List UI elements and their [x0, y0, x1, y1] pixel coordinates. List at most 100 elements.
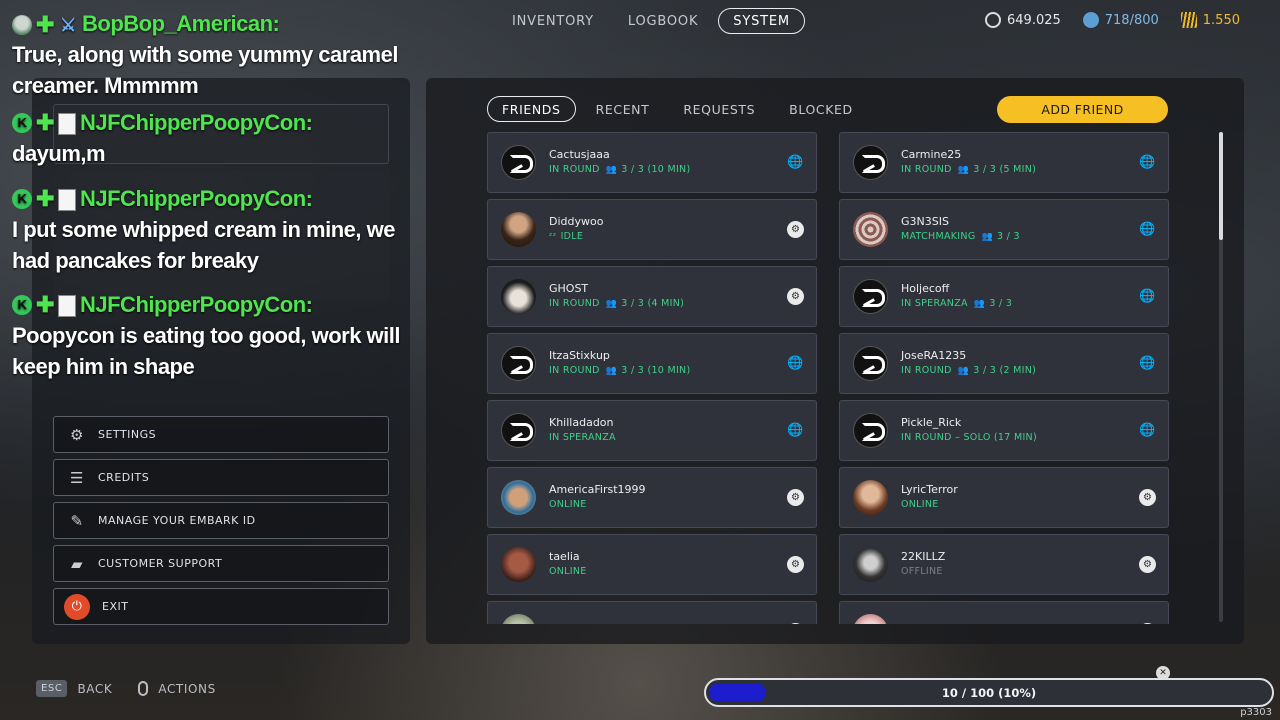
friend-name: GHOST: [549, 282, 589, 295]
manage-id-label: MANAGE YOUR EMBARK ID: [98, 514, 256, 527]
friend-status-text: IN ROUND: [901, 164, 952, 175]
friend-card[interactable]: Diddywoo ᶻᶻ IDLE ⚙: [487, 199, 817, 260]
avatar: [853, 413, 888, 448]
friends-tabs: FRIENDS RECENT REQUESTS BLOCKED: [487, 96, 873, 122]
globe-icon: 🌐: [1139, 423, 1156, 438]
avatar: [853, 614, 888, 624]
friend-name: LyricTerror: [901, 483, 958, 496]
manage-embark-id-button[interactable]: ✎ MANAGE YOUR EMBARK ID: [53, 502, 389, 539]
tab-recent[interactable]: RECENT: [582, 96, 664, 122]
friends-list[interactable]: Cactusjaaa IN ROUND 👥 3 / 3 (10 MIN) 🌐 Car…: [487, 132, 1177, 624]
actions-button[interactable]: ACTIONS: [158, 682, 216, 696]
currency-bar: 649.025 718/800 1.550: [985, 12, 1240, 28]
sword-badge-icon: ⚔: [60, 15, 76, 36]
steam-icon: ⚙: [787, 288, 804, 305]
friend-info: LyricTerror ONLINE: [901, 483, 958, 512]
avatar: [853, 212, 888, 247]
mouse-icon: [138, 681, 149, 696]
idle-icon: ᶻᶻ: [549, 231, 557, 242]
friend-card[interactable]: AmericaFirst1999 ONLINE ⚙: [487, 467, 817, 528]
friend-card[interactable]: Cactusjaaa IN ROUND 👥 3 / 3 (10 MIN) 🌐: [487, 132, 817, 193]
multibucks-icon: [1180, 12, 1197, 28]
credits-balance: 649.025: [985, 12, 1061, 28]
friend-card[interactable]: JoseRA1235 IN ROUND 👥 3 / 3 (2 MIN) 🌐: [839, 333, 1169, 394]
friend-status-text: ONLINE: [549, 566, 587, 577]
friend-status: ᶻᶻ IDLE: [549, 230, 603, 244]
chat-username: NJFChipperPoopyCon:: [80, 292, 313, 317]
chat-message: ✚ ⚔ BopBop_American: True, along with so…: [12, 8, 402, 101]
back-button[interactable]: BACK: [77, 682, 112, 696]
friend-card[interactable]: taelia ONLINE ⚙: [487, 534, 817, 595]
friend-status-text: ONLINE: [549, 499, 587, 510]
vouchers-icon: [1082, 12, 1099, 28]
friend-card[interactable]: Albedo ⚙: [487, 601, 817, 624]
friend-party: 3 / 3 (4 MIN): [621, 298, 685, 309]
friend-status: ONLINE: [549, 565, 587, 579]
stream-chat-overlay: ✚ ⚔ BopBop_American: True, along with so…: [12, 8, 402, 382]
friend-name: 22KILLZ: [901, 550, 946, 563]
party-icon: 👥: [605, 366, 618, 376]
friend-name: taelia: [549, 550, 580, 563]
friend-status: IN ROUND 👥 3 / 3 (2 MIN): [901, 364, 1036, 378]
chat-message: K ✚ NJFChipperPoopyCon: dayum,m: [12, 107, 402, 169]
tab-requests[interactable]: REQUESTS: [669, 96, 769, 122]
friend-status-text: OFFLINE: [901, 566, 943, 577]
friend-card[interactable]: ItzaStixkup IN ROUND 👥 3 / 3 (10 MIN) 🌐: [487, 333, 817, 394]
friend-card[interactable]: LyricTerror ONLINE ⚙: [839, 467, 1169, 528]
progress-text: 10 / 100 (10%): [941, 685, 1037, 700]
chat-bubbles-icon: ▰: [70, 554, 84, 573]
globe-icon: 🌐: [787, 423, 804, 438]
globe-icon: 🌐: [787, 356, 804, 371]
chat-badges: K ✚: [12, 188, 76, 212]
add-friend-button[interactable]: ADD FRIEND: [997, 96, 1168, 123]
friend-info: JoseRA1235 IN ROUND 👥 3 / 3 (2 MIN): [901, 349, 1036, 378]
settings-button[interactable]: ⚙ SETTINGS: [53, 416, 389, 453]
friend-card[interactable]: Holjecoff IN SPERANZA 👥 3 / 3 🌐: [839, 266, 1169, 327]
top-navigation: INVENTORY LOGBOOK SYSTEM: [498, 8, 811, 34]
party-icon: 👥: [605, 165, 618, 175]
friend-card[interactable]: GHOST IN ROUND 👥 3 / 3 (4 MIN) ⚙: [487, 266, 817, 327]
tab-logbook[interactable]: LOGBOOK: [614, 8, 712, 34]
friend-status-text: IDLE: [560, 231, 584, 242]
friend-card[interactable]: G3N3SIS MATCHMAKING 👥 3 / 3 🌐: [839, 199, 1169, 260]
plus-badge-icon: ✚: [36, 110, 54, 136]
chat-badges: K ✚: [12, 294, 76, 318]
tab-blocked[interactable]: BLOCKED: [775, 96, 867, 122]
credits-button[interactable]: ☰ CREDITS: [53, 459, 389, 496]
power-icon: ⏻: [64, 593, 90, 620]
avatar: [501, 614, 536, 624]
exit-label: EXIT: [102, 600, 129, 613]
chat-text: Poopycon is eating too good, work will k…: [12, 323, 401, 379]
friend-party: 3 / 3: [989, 298, 1013, 309]
tab-inventory[interactable]: INVENTORY: [498, 8, 608, 34]
multibucks-value: 1.550: [1202, 12, 1240, 28]
system-menu: ⚙ SETTINGS ☰ CREDITS ✎ MANAGE YOUR EMBAR…: [53, 416, 389, 631]
friend-status-text: IN SPERANZA: [549, 432, 616, 443]
tab-system[interactable]: SYSTEM: [718, 8, 805, 34]
friend-status: IN ROUND 👥 3 / 3 (5 MIN): [901, 163, 1036, 177]
friend-status-text: IN SPERANZA: [901, 298, 968, 309]
friend-info: Diddywoo ᶻᶻ IDLE: [549, 215, 603, 244]
friend-card[interactable]: Antonivanovich ⚙: [839, 601, 1169, 624]
friends-scrollbar[interactable]: [1219, 132, 1223, 622]
steam-icon: ⚙: [1139, 489, 1156, 506]
friend-info: GHOST IN ROUND 👥 3 / 3 (4 MIN): [549, 282, 684, 311]
friend-name: Holjecoff: [901, 282, 950, 295]
tab-friends[interactable]: FRIENDS: [487, 96, 576, 122]
avatar: [501, 145, 536, 180]
friend-card[interactable]: 22KILLZ OFFLINE ⚙: [839, 534, 1169, 595]
exit-button[interactable]: ⏻ EXIT: [53, 588, 389, 625]
friend-card[interactable]: Pickle_Rick IN ROUND – SOLO (17 MIN) 🌐: [839, 400, 1169, 461]
globe-icon: 🌐: [1139, 289, 1156, 304]
friend-status: IN ROUND 👥 3 / 3 (4 MIN): [549, 297, 684, 311]
friend-card[interactable]: Carmine25 IN ROUND 👥 3 / 3 (5 MIN) 🌐: [839, 132, 1169, 193]
customer-support-button[interactable]: ▰ CUSTOMER SUPPORT: [53, 545, 389, 582]
friend-status-text: IN ROUND: [549, 164, 600, 175]
friend-status-text: ONLINE: [901, 499, 939, 510]
friend-info: Pickle_Rick IN ROUND – SOLO (17 MIN): [901, 416, 1037, 445]
scrollbar-thumb[interactable]: [1219, 132, 1223, 240]
friend-name: AmericaFirst1999: [549, 483, 646, 496]
friend-info: Khilladadon IN SPERANZA: [549, 416, 616, 445]
friend-card[interactable]: Khilladadon IN SPERANZA 🌐: [487, 400, 817, 461]
friend-status: IN ROUND – SOLO (17 MIN): [901, 431, 1037, 445]
